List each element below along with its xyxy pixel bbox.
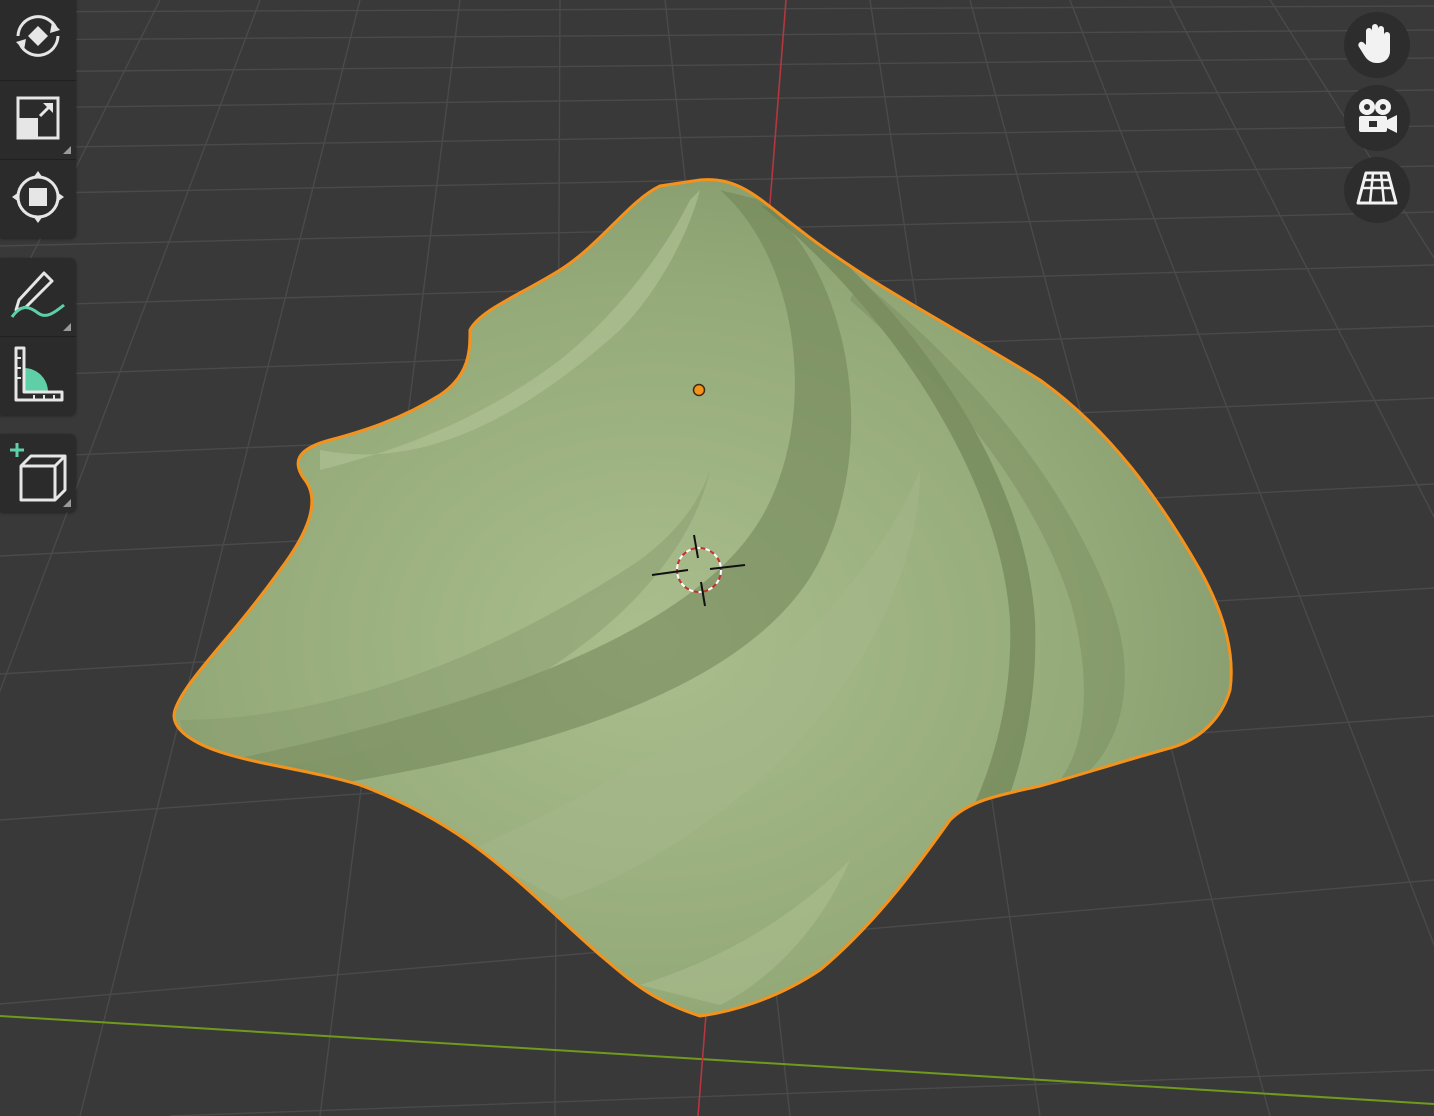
rotate-tool-button[interactable]	[0, 0, 76, 80]
submenu-indicator	[63, 499, 71, 507]
hand-icon	[1356, 21, 1398, 69]
transform-tool-button[interactable]	[0, 159, 76, 238]
annotate-tools-group	[0, 258, 76, 415]
camera-view-button[interactable]	[1344, 85, 1410, 151]
grid-perspective-icon	[1356, 169, 1398, 211]
rotate-icon	[8, 6, 68, 70]
submenu-indicator	[63, 323, 71, 331]
3d-viewport[interactable]	[0, 0, 1434, 1116]
object-origin-point	[692, 383, 706, 397]
measure-tool-button[interactable]	[0, 336, 76, 415]
scale-tool-button[interactable]	[0, 80, 76, 159]
transform-icon	[10, 169, 66, 229]
y-axis-line	[0, 1015, 1434, 1105]
annotate-tool-button[interactable]	[0, 258, 76, 336]
camera-icon	[1355, 96, 1399, 140]
measure-ruler-icon	[10, 344, 66, 408]
add-cube-icon	[7, 440, 69, 506]
pan-view-button[interactable]	[1344, 12, 1410, 78]
annotate-pencil-icon	[8, 267, 68, 327]
perspective-toggle-button[interactable]	[1344, 157, 1410, 223]
submenu-indicator	[63, 146, 71, 154]
scale-icon	[13, 93, 63, 147]
add-tools-group	[0, 434, 76, 512]
transform-tools-group	[0, 0, 76, 238]
add-cube-tool-button[interactable]	[0, 434, 76, 512]
